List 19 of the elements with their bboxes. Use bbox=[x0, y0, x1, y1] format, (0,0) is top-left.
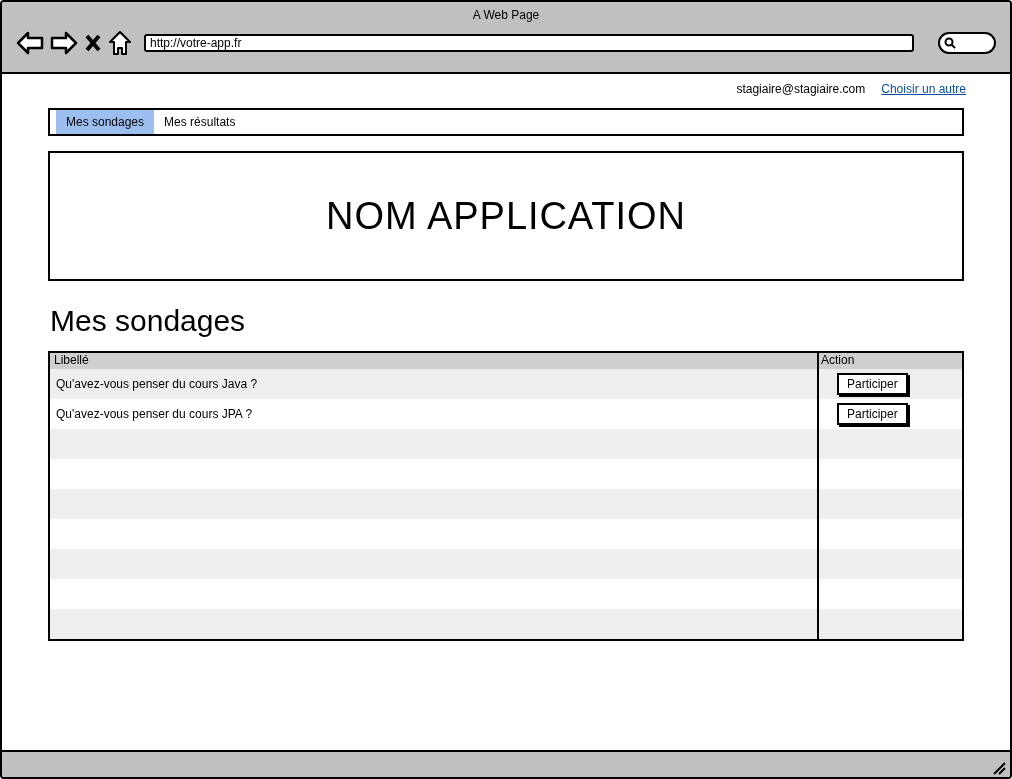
participate-button[interactable]: Participer bbox=[837, 403, 908, 425]
column-header: Action bbox=[820, 353, 856, 369]
tab[interactable]: Mes sondages bbox=[56, 110, 155, 134]
section-heading: Mes sondages bbox=[50, 303, 247, 339]
resize-grip-icon[interactable] bbox=[992, 761, 1006, 775]
survey-title: Qu'avez-vous penser du cours Java ? bbox=[56, 376, 258, 393]
user-email: stagiaire@stagiaire.com bbox=[736, 81, 866, 98]
window-title: A Web Page bbox=[472, 7, 540, 24]
survey-title: Qu'avez-vous penser du cours JPA ? bbox=[56, 406, 253, 423]
search-field[interactable] bbox=[938, 32, 996, 54]
home-icon[interactable] bbox=[108, 30, 132, 56]
address-field[interactable]: http://votre-app.fr bbox=[144, 34, 914, 52]
choose-other-link[interactable]: Choisir un autre bbox=[881, 80, 966, 98]
app-name: NOM APPLICATION bbox=[326, 193, 686, 239]
search-icon bbox=[944, 37, 956, 49]
back-icon[interactable] bbox=[16, 31, 44, 55]
close-icon[interactable] bbox=[84, 33, 102, 53]
forward-icon[interactable] bbox=[50, 31, 78, 55]
participate-button[interactable]: Participer bbox=[837, 373, 908, 395]
